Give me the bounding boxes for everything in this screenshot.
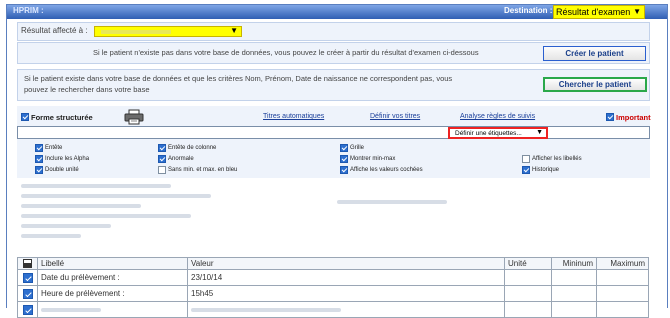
option-include-alpha-label: Inclure les Alpha bbox=[45, 156, 90, 162]
row-label: Date du prélèvement : bbox=[37, 269, 188, 286]
chevron-down-icon: ▼ bbox=[633, 7, 641, 16]
important-label: Important bbox=[616, 113, 651, 122]
printer-icon[interactable] bbox=[124, 109, 144, 125]
option-double-unit-label: Double unité bbox=[45, 167, 79, 173]
option-show-min-max-checkbox[interactable] bbox=[340, 155, 348, 163]
create-patient-button[interactable]: Créer le patient bbox=[543, 46, 646, 61]
option-header-checkbox[interactable] bbox=[35, 144, 43, 152]
redacted-report-header bbox=[17, 180, 650, 254]
col-minimum: Mininum bbox=[551, 257, 597, 270]
option-history-label: Historique bbox=[532, 167, 560, 173]
search-patient-text-line1: Si le patient existe dans votre base de … bbox=[24, 74, 453, 83]
search-patient-text-line2: pouvez le rechercher dans votre base bbox=[24, 85, 150, 94]
structured-form-label: Forme structurée bbox=[31, 113, 93, 122]
destination-value: Résultat d'examen bbox=[556, 7, 631, 17]
select-all-toggle[interactable] bbox=[17, 257, 38, 270]
option-column-header-label: Entête de colonne bbox=[168, 145, 217, 151]
row-checkbox[interactable] bbox=[17, 285, 38, 302]
option-column-header-checkbox[interactable] bbox=[158, 144, 166, 152]
option-abnormal-checkbox[interactable] bbox=[158, 155, 166, 163]
structured-form-checkbox[interactable] bbox=[21, 113, 29, 121]
option-header-label: Entête bbox=[45, 145, 63, 151]
assignment-label: Résultat affecté à : bbox=[21, 26, 88, 35]
chevron-down-icon: ▼ bbox=[230, 26, 238, 35]
labels-select-value: Définir une étiquettes... bbox=[455, 130, 522, 137]
row-checkbox[interactable] bbox=[17, 269, 38, 286]
option-no-minmax-blue-checkbox[interactable] bbox=[158, 166, 166, 174]
option-no-minmax-blue-label: Sans min. et max. en bleu bbox=[168, 167, 238, 173]
col-unit: Unité bbox=[504, 257, 552, 270]
app-name: HPRIM : bbox=[13, 6, 44, 15]
table-row: Date du prélèvement : 23/10/14 bbox=[17, 269, 649, 286]
option-show-labels-checkbox[interactable] bbox=[522, 155, 530, 163]
row-label: Heure de prélèvement : bbox=[37, 285, 188, 302]
table-row bbox=[17, 301, 649, 318]
col-maximum: Maximum bbox=[596, 257, 649, 270]
important-checkbox[interactable] bbox=[606, 113, 614, 121]
chevron-down-icon: ▼ bbox=[536, 129, 543, 136]
option-checked-values-checkbox[interactable] bbox=[340, 166, 348, 174]
labels-field bbox=[17, 126, 650, 139]
link-define-titles[interactable]: Définir vos titres bbox=[370, 113, 420, 120]
create-patient-text: Si le patient n'existe pas dans votre ba… bbox=[93, 48, 479, 57]
col-value: Valeur bbox=[187, 257, 505, 270]
assigned-patient-select[interactable]: ▼ bbox=[94, 26, 242, 37]
row-value: 23/10/14 bbox=[187, 269, 505, 286]
row-value: 15h45 bbox=[187, 285, 505, 302]
option-grid-label: Grille bbox=[350, 145, 365, 151]
row-checkbox[interactable] bbox=[17, 301, 38, 318]
option-show-min-max-label: Montrer min-max bbox=[350, 156, 396, 162]
option-history-checkbox[interactable] bbox=[522, 166, 530, 174]
col-label: Libellé bbox=[37, 257, 188, 270]
option-checked-values-label: Affiche les valeurs cochées bbox=[350, 167, 423, 173]
option-include-alpha-checkbox[interactable] bbox=[35, 155, 43, 163]
option-abnormal-label: Anormale bbox=[168, 156, 194, 162]
option-double-unit-checkbox[interactable] bbox=[35, 166, 43, 174]
search-patient-button[interactable]: Chercher le patient bbox=[543, 77, 647, 92]
results-table: Libellé Valeur Unité Mininum Maximum Dat… bbox=[17, 257, 649, 318]
destination-label: Destination : bbox=[504, 6, 553, 15]
redacted-patient-name bbox=[101, 30, 171, 34]
option-grid-checkbox[interactable] bbox=[340, 144, 348, 152]
option-show-labels-label: Afficher les libellés bbox=[532, 156, 582, 162]
labels-select[interactable]: Définir une étiquettes... ▼ bbox=[448, 127, 548, 139]
link-automatic-titles[interactable]: Titres automatiques bbox=[263, 113, 324, 120]
link-follow-up-rules[interactable]: Analyse règles de suivis bbox=[460, 113, 535, 120]
table-header-row: Libellé Valeur Unité Mininum Maximum bbox=[17, 257, 649, 270]
destination-select[interactable]: Résultat d'examen ▼ bbox=[553, 5, 645, 19]
table-row: Heure de prélèvement : 15h45 bbox=[17, 285, 649, 302]
